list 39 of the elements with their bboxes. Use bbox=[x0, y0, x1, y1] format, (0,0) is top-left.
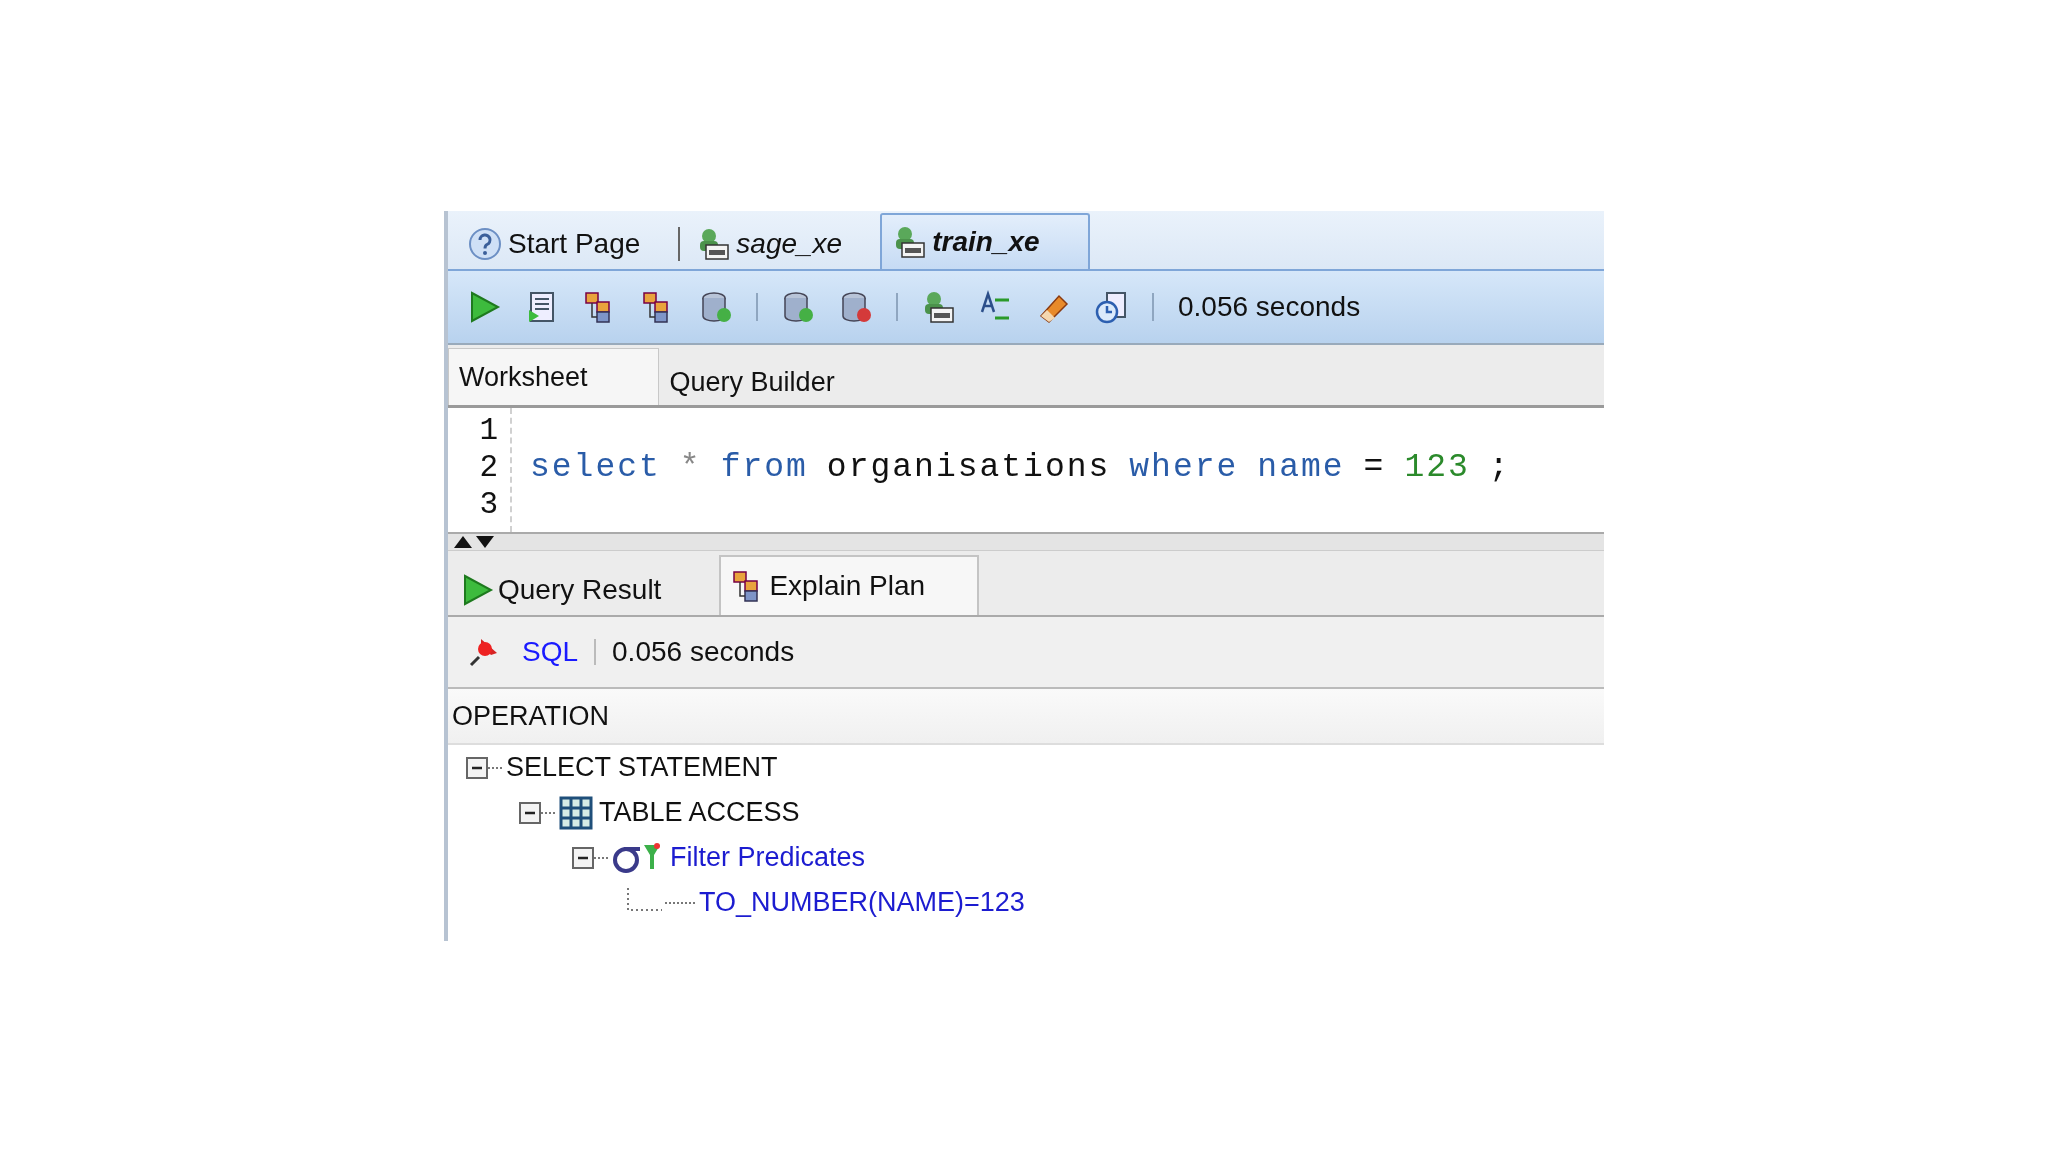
code-token: from bbox=[720, 449, 808, 486]
document-tab[interactable]: sage_xe bbox=[684, 217, 873, 269]
code-token: ; bbox=[1488, 449, 1511, 486]
editor-tab[interactable]: Query Builder bbox=[658, 358, 850, 405]
collapse-icon[interactable] bbox=[519, 801, 541, 824]
commit-icon bbox=[781, 290, 815, 324]
rollback-icon bbox=[839, 290, 873, 324]
column-header: OPERATION bbox=[448, 689, 1604, 745]
result-tab[interactable]: Explain Plan bbox=[719, 555, 980, 615]
elapsed-time: 0.056 seconds bbox=[1178, 291, 1361, 323]
help-icon bbox=[468, 227, 502, 261]
node-label: SELECT STATEMENT bbox=[506, 752, 778, 783]
code-token: = bbox=[1363, 449, 1386, 486]
predicate-link[interactable]: TO_NUMBER(NAME)=123 bbox=[699, 887, 1025, 918]
code-token: 123 bbox=[1404, 449, 1470, 486]
up-arrow-icon[interactable] bbox=[454, 536, 472, 548]
code-token: where bbox=[1129, 449, 1239, 486]
elapsed-time: 0.056 seconds bbox=[612, 636, 795, 668]
down-arrow-icon[interactable] bbox=[476, 536, 494, 548]
code-token: select bbox=[530, 449, 661, 486]
line-number: 3 bbox=[479, 486, 498, 523]
line-number: 1 bbox=[479, 412, 498, 449]
collapse-icon[interactable] bbox=[572, 846, 594, 869]
document-tab[interactable]: train_xe bbox=[880, 213, 1090, 269]
result-tab[interactable]: Query Result bbox=[448, 563, 720, 615]
table-access-label: TABLE ACCESS bbox=[599, 797, 800, 828]
code-token: * bbox=[679, 449, 702, 486]
history-icon bbox=[1095, 290, 1129, 324]
sql-link[interactable]: SQL bbox=[522, 636, 579, 668]
line-number: 2 bbox=[479, 449, 498, 486]
code-token: name bbox=[1257, 449, 1345, 486]
table-icon bbox=[559, 795, 593, 830]
editor-tab[interactable]: Worksheet bbox=[448, 348, 659, 405]
database-icon bbox=[699, 290, 733, 324]
collapse-icon[interactable] bbox=[466, 756, 488, 779]
code-token: organisations bbox=[826, 449, 1111, 486]
document-tab[interactable]: Start Page bbox=[456, 217, 671, 269]
filter-predicates-link[interactable]: Filter Predicates bbox=[670, 842, 866, 873]
code-editor[interactable]: 1 2 3 select * from organisations where name = 123 ; bbox=[448, 408, 1604, 532]
